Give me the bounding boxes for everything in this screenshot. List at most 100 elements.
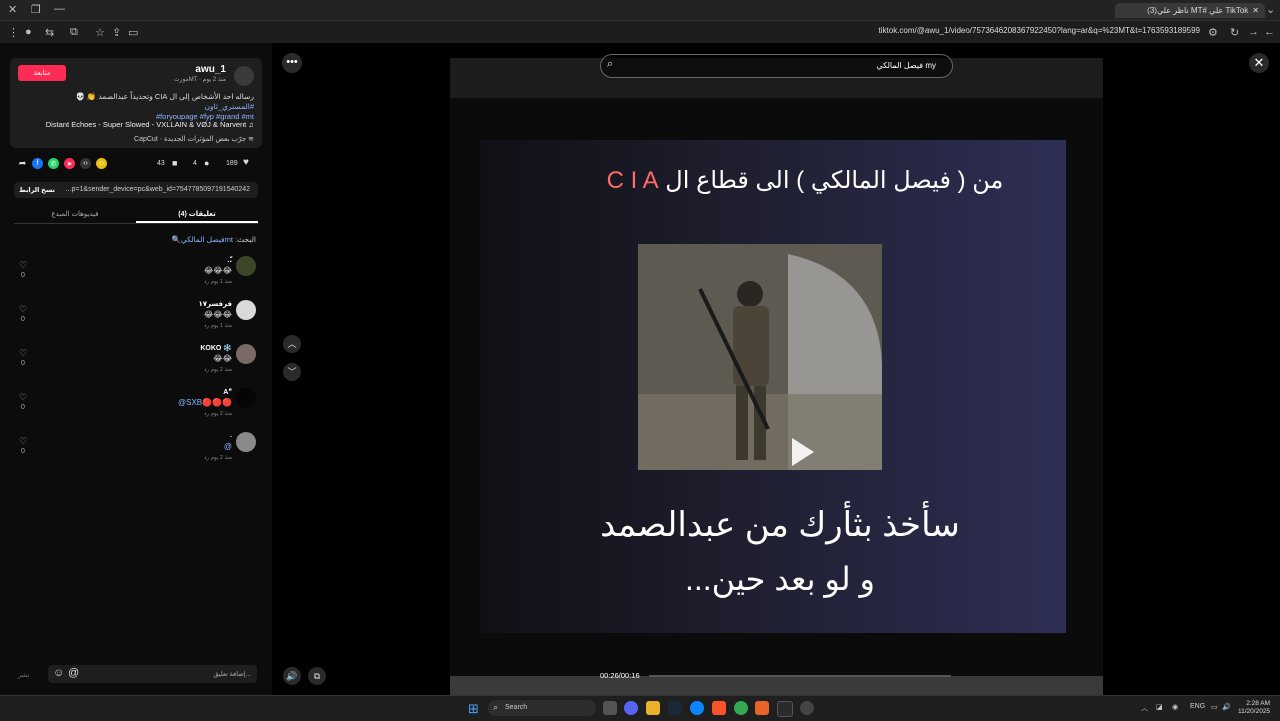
comment-heart-icon[interactable]: ♡ bbox=[17, 348, 29, 359]
volume-button[interactable]: 🔊 bbox=[283, 667, 301, 685]
bookmark-icon[interactable]: ■ bbox=[172, 158, 177, 168]
browser-tab[interactable]: (3)ناظر علي MT# علي TikTok ✕ bbox=[1115, 3, 1265, 18]
video-player[interactable]: من ( فيصل المالكي ) الى قطاع ال C I A سأ… bbox=[450, 58, 1103, 695]
system-clock[interactable]: 2:28 AM 11/20/2025 bbox=[1238, 700, 1270, 716]
play-icon[interactable] bbox=[792, 438, 814, 466]
video-progress-bar[interactable] bbox=[649, 675, 951, 677]
url-field[interactable]: tiktok.com/@awu_1/video/7573646208367922… bbox=[879, 26, 1200, 35]
tray-app-icon[interactable]: ◪ bbox=[1156, 703, 1163, 711]
chrome-icon[interactable] bbox=[734, 701, 748, 715]
related-search[interactable]: البحث: mtفيصل المالكي🔍 bbox=[172, 235, 257, 244]
file-explorer-icon[interactable] bbox=[646, 701, 660, 715]
commenter-name[interactable]: A"ّ bbox=[223, 388, 232, 396]
copy-link-button[interactable]: نسخ الرابط bbox=[19, 186, 55, 194]
whatsapp-icon[interactable]: ✆ bbox=[48, 158, 59, 169]
xbox-icon[interactable] bbox=[777, 701, 793, 717]
commenter-avatar[interactable] bbox=[236, 256, 256, 276]
telegram-icon[interactable]: ➤ bbox=[64, 158, 75, 169]
tab-title: (3)ناظر علي MT# علي TikTok bbox=[1147, 6, 1249, 15]
commenter-name[interactable]: . bbox=[230, 432, 232, 439]
speaker-icon[interactable]: 🔊 bbox=[1222, 703, 1231, 711]
tab-list-icon[interactable]: ⌄ bbox=[1266, 3, 1275, 16]
picture-in-picture-button[interactable]: ⧉ bbox=[308, 667, 326, 685]
site-settings-icon[interactable]: ⚙ bbox=[1208, 26, 1218, 39]
close-window-icon[interactable]: ✕ bbox=[8, 3, 17, 16]
input-language[interactable]: ENG bbox=[1190, 703, 1205, 710]
address-bar: ⋮ ● ⇆ ⧉ ☆ ⇪ ▭ tiktok.com/@awu_1/video/75… bbox=[0, 21, 1280, 43]
taskbar-search[interactable]: ⌕ Search bbox=[488, 700, 596, 716]
comment-input[interactable]: إضافة تعليق... bbox=[213, 670, 251, 678]
video-search-bar[interactable]: ⌕ فيصل المالكي my bbox=[600, 54, 953, 78]
search-icon[interactable]: ⌕ bbox=[607, 58, 613, 71]
hashtag-link[interactable]: #المستري_ثاون bbox=[204, 102, 254, 111]
edge-icon[interactable] bbox=[690, 701, 704, 715]
mention-icon[interactable]: @ bbox=[68, 667, 79, 679]
minimize-window-icon[interactable]: — bbox=[54, 3, 65, 15]
windows-start-icon[interactable]: ⊞ bbox=[468, 701, 479, 717]
comment-heart-icon[interactable]: ♡ bbox=[17, 436, 29, 447]
commenter-name[interactable]: KOKO ❄️ bbox=[200, 344, 232, 352]
capcut-link[interactable]: CapCut · جرّب بعض المؤثرات الجديدة ≋ bbox=[134, 135, 254, 143]
video-bottom-strip bbox=[450, 676, 1103, 695]
author-avatar[interactable] bbox=[234, 66, 254, 86]
tab-creator-videos[interactable]: فيديوهات المبدع bbox=[14, 210, 136, 218]
reload-icon[interactable]: ↻ bbox=[1230, 26, 1239, 39]
comment-text: @ bbox=[223, 442, 232, 451]
follow-button[interactable]: متابعة bbox=[18, 65, 66, 81]
facebook-icon[interactable]: f bbox=[32, 158, 43, 169]
network-icon[interactable]: ▭ bbox=[1211, 703, 1218, 711]
comment-item: KOKO ❄️ 😂😂 منذ 2 يوم رد ♡ 0 bbox=[0, 344, 272, 384]
commenter-avatar[interactable] bbox=[236, 388, 256, 408]
comments-count: 4 bbox=[193, 160, 197, 167]
comment-input-bar[interactable]: ☺ @ إضافة تعليق... bbox=[48, 665, 257, 683]
tray-app-icon-2[interactable]: ◉ bbox=[1172, 703, 1178, 711]
app-icon[interactable] bbox=[755, 701, 769, 715]
bookmark-star-icon[interactable]: ☆ bbox=[95, 26, 105, 39]
back-icon[interactable]: ← bbox=[1264, 26, 1275, 38]
share-arrow-icon[interactable]: ➦ bbox=[17, 158, 28, 169]
tab-comments[interactable]: تعليقات (4) bbox=[136, 210, 258, 218]
gift-icon[interactable]: ☺ bbox=[96, 158, 107, 169]
commenter-avatar[interactable] bbox=[236, 432, 256, 452]
more-options-button[interactable]: ••• bbox=[282, 53, 302, 73]
heart-icon[interactable]: ♥ bbox=[243, 157, 249, 168]
comment-heart-icon[interactable]: ♡ bbox=[17, 260, 29, 271]
menu-dots-icon[interactable]: ⋮ bbox=[8, 26, 19, 39]
search-input[interactable]: فيصل المالكي my bbox=[876, 61, 936, 70]
next-video-button[interactable]: ﹀ bbox=[283, 363, 301, 381]
comment-meta[interactable]: منذ 1 يوم رد bbox=[204, 323, 232, 329]
comment-heart-icon[interactable]: ♡ bbox=[17, 304, 29, 315]
cast-icon[interactable]: ▭ bbox=[128, 26, 138, 39]
app-icon-2[interactable] bbox=[800, 701, 814, 715]
extensions-icon[interactable]: ⧉ bbox=[70, 26, 78, 39]
author-name[interactable]: awu_1 bbox=[195, 64, 226, 75]
comment-meta[interactable]: منذ 1 يوم رد bbox=[204, 279, 232, 285]
post-comment-button[interactable]: نشر bbox=[18, 671, 29, 679]
close-video-button[interactable]: ✕ bbox=[1249, 53, 1269, 73]
tab-close-icon[interactable]: ✕ bbox=[1252, 6, 1259, 15]
profile-icon[interactable]: ● bbox=[25, 26, 32, 38]
commenter-avatar[interactable] bbox=[236, 344, 256, 364]
comment-heart-icon[interactable]: ♡ bbox=[17, 392, 29, 403]
brave-icon[interactable] bbox=[712, 701, 726, 715]
commenter-name[interactable]: فرفسر١٧ bbox=[198, 300, 232, 308]
comment-meta[interactable]: منذ 2 يوم رد bbox=[204, 411, 232, 417]
commenter-avatar[interactable] bbox=[236, 300, 256, 320]
discord-icon[interactable] bbox=[624, 701, 638, 715]
emoji-icon[interactable]: ☺ bbox=[53, 667, 64, 679]
share-page-icon[interactable]: ⇪ bbox=[112, 26, 121, 39]
comment-meta[interactable]: منذ 2 يوم رد bbox=[204, 367, 232, 373]
translate-icon[interactable]: ⇆ bbox=[45, 26, 54, 39]
tray-chevron-icon[interactable]: ︿ bbox=[1141, 703, 1148, 713]
previous-video-button[interactable]: ︿ bbox=[283, 335, 301, 353]
comment-meta[interactable]: منذ 2 يوم رد bbox=[204, 455, 232, 461]
music-link[interactable]: Distant Echoes - Super Slowed - VXLLAIN … bbox=[46, 120, 254, 129]
restore-window-icon[interactable]: ❐ bbox=[31, 3, 41, 16]
comment-bubble-icon[interactable]: ● bbox=[204, 158, 209, 168]
task-view-icon[interactable] bbox=[603, 701, 617, 715]
related-search-query[interactable]: mtفيصل المالكي bbox=[181, 235, 233, 244]
forward-icon[interactable]: → bbox=[1248, 26, 1259, 38]
commenter-name[interactable]: ..ّ bbox=[227, 256, 232, 264]
embed-icon[interactable]: ‹› bbox=[80, 158, 91, 169]
steam-icon[interactable] bbox=[668, 701, 682, 715]
